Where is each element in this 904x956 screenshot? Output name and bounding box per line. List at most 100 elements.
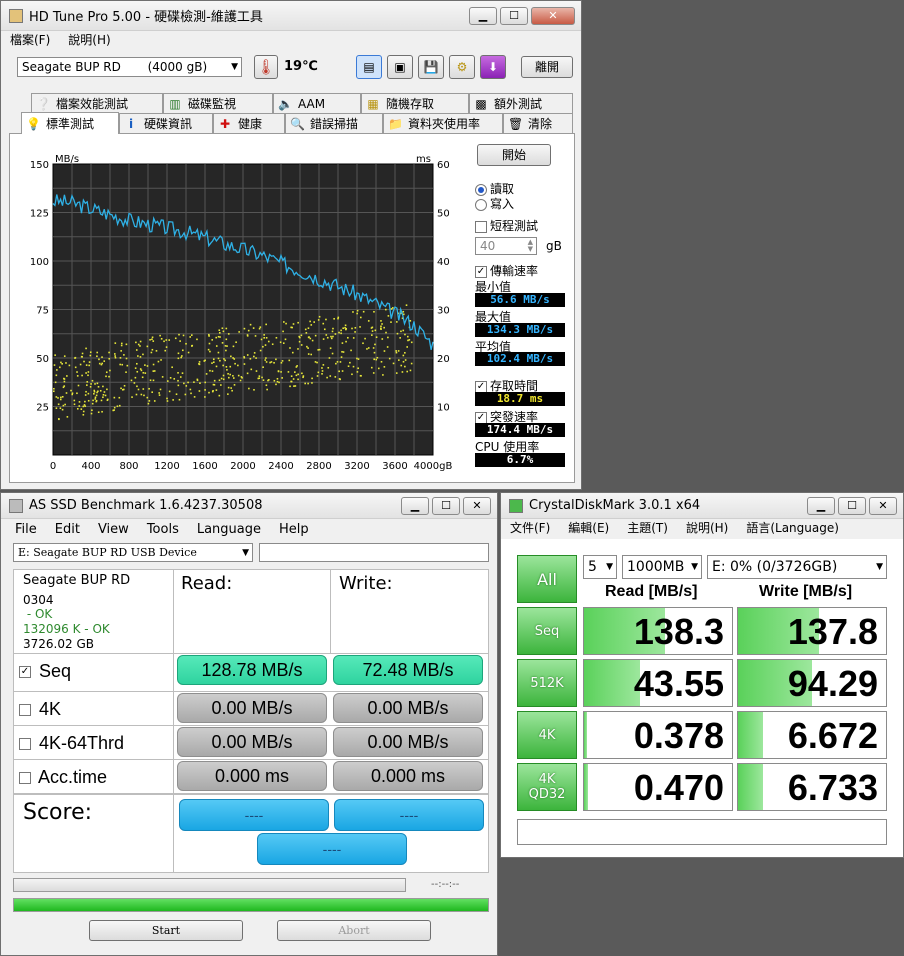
access-time-point: [230, 387, 232, 389]
access-time-point: [253, 355, 255, 358]
access-time-point: [255, 370, 258, 372]
menu-language[interactable]: 語言(Language): [737, 519, 848, 536]
size-select[interactable]: 1000MB ▼: [622, 555, 702, 579]
tab-info[interactable]: i 硬碟資訊: [119, 113, 213, 133]
write-radio-dot: [475, 198, 487, 211]
access-time-point: [85, 372, 87, 374]
access-time-point: [136, 385, 138, 388]
close-button[interactable]: ✕: [463, 497, 491, 515]
asssd-titlebar[interactable]: AS SSD Benchmark 1.6.4237.30508 ▁ ☐ ✕: [1, 493, 497, 519]
tab-health[interactable]: ✚ 健康: [213, 113, 285, 133]
close-button[interactable]: ✕: [531, 7, 575, 25]
access-time-point: [187, 381, 189, 384]
access-time-point: [182, 334, 185, 337]
maximize-button[interactable]: ☐: [500, 7, 528, 25]
access-time-point: [265, 361, 268, 363]
short-test-size-input[interactable]: 40 ▲ ▼: [475, 237, 537, 255]
runs-select[interactable]: 5 ▼: [583, 555, 617, 579]
test-button[interactable]: 4K: [517, 711, 577, 759]
transfer-rate-checkbox[interactable]: ✓ 傳輸速率: [475, 262, 538, 279]
access-time-point: [102, 396, 104, 399]
write-radio-label: 寫入: [490, 197, 515, 211]
access-time-point: [265, 357, 267, 359]
exit-button[interactable]: 離開: [521, 56, 573, 78]
drive-select[interactable]: Seagate BUP RD (4000 gB) ▼: [17, 57, 242, 77]
copy-text-button[interactable]: ▤: [356, 55, 382, 79]
access-time-point: [55, 407, 58, 409]
tab-extra-tests[interactable]: ▩ 額外測試: [469, 93, 573, 113]
cdm-titlebar[interactable]: CrystalDiskMark 3.0.1 x64 ▁ ☐ ✕: [501, 493, 903, 519]
tab-benchmark[interactable]: 💡 標準測試: [21, 112, 119, 134]
download-icon[interactable]: ⬇: [480, 55, 506, 79]
access-time-point: [295, 374, 298, 377]
drive-select[interactable]: E: Seagate BUP RD USB Device ▼: [13, 543, 253, 562]
minimize-button[interactable]: ▁: [401, 497, 429, 515]
menu-language[interactable]: Language: [188, 522, 270, 537]
access-time-point: [395, 372, 398, 374]
tab-disk-monitor[interactable]: ▥ 磁碟監視: [163, 93, 273, 113]
access-time-point: [68, 364, 71, 367]
all-button[interactable]: All: [517, 555, 577, 603]
test-button[interactable]: 4K QD32: [517, 763, 577, 811]
tab-file-benchmark[interactable]: ❔ 檔案效能測試: [31, 93, 163, 113]
test-checkbox[interactable]: Acc.time: [19, 767, 107, 788]
minimize-button[interactable]: ▁: [807, 497, 835, 515]
short-test-checkbox[interactable]: 短程測試: [475, 217, 538, 234]
abort-button[interactable]: Abort: [277, 920, 431, 941]
test-checkbox[interactable]: 4K-64Thrd: [19, 733, 124, 754]
save-icon[interactable]: 💾: [418, 55, 444, 79]
access-time-point: [264, 359, 267, 361]
test-checkbox[interactable]: ✓ Seq: [19, 661, 71, 682]
start-button[interactable]: 開始: [477, 144, 551, 166]
menu-help[interactable]: Help: [270, 522, 318, 537]
access-time-point: [344, 324, 347, 327]
menu-help[interactable]: 說明(H): [677, 519, 737, 536]
access-time-point: [151, 336, 154, 339]
tab-erase[interactable]: 🗑 清除: [503, 113, 573, 133]
write-radio[interactable]: 寫入: [475, 195, 514, 212]
spinner-icon[interactable]: ▲ ▼: [528, 239, 533, 253]
tab-error-scan[interactable]: 🔍 錯誤掃描: [285, 113, 383, 133]
menu-file[interactable]: File: [1, 522, 46, 537]
copy-screen-button[interactable]: ▣: [387, 55, 413, 79]
access-time-point: [86, 384, 88, 386]
access-time-point: [326, 376, 328, 379]
test-button[interactable]: 512K: [517, 659, 577, 707]
menu-file[interactable]: 檔案(F): [1, 31, 59, 48]
access-time-point: [258, 375, 261, 377]
maximize-button[interactable]: ☐: [838, 497, 866, 515]
menu-tools[interactable]: Tools: [138, 522, 188, 537]
options-icon[interactable]: ⚙: [449, 55, 475, 79]
menu-edit[interactable]: 編輯(E): [559, 519, 618, 536]
access-time-point: [79, 363, 82, 366]
access-time-point: [114, 356, 117, 359]
access-time-point: [152, 379, 155, 382]
menu-help[interactable]: 說明(H): [59, 31, 119, 48]
maximize-button[interactable]: ☐: [432, 497, 460, 515]
access-time-point: [380, 360, 383, 363]
menu-view[interactable]: View: [89, 522, 138, 537]
test-checkbox[interactable]: 4K: [19, 699, 61, 720]
read-bar: [584, 712, 587, 758]
menu-file[interactable]: 文件(F): [501, 519, 559, 536]
drive-select[interactable]: E: 0% (0/3726GB) ▼: [707, 555, 887, 579]
hdtune-titlebar[interactable]: HD Tune Pro 5.00 - 硬碟檢測-維護工具 ▁ ☐ ✕: [1, 1, 581, 31]
tab-folder-usage[interactable]: 📁 資料夾使用率: [383, 113, 503, 133]
y-left-unit: MB/s: [55, 154, 79, 165]
access-time-point: [317, 349, 320, 351]
test-button[interactable]: Seq: [517, 607, 577, 655]
start-button[interactable]: Start: [89, 920, 243, 941]
temperature-button[interactable]: 🌡: [254, 55, 278, 79]
access-time-point: [80, 408, 83, 410]
menu-edit[interactable]: Edit: [46, 522, 89, 537]
menu-theme[interactable]: 主題(T): [618, 519, 677, 536]
comment-field[interactable]: [517, 819, 887, 845]
access-time-point: [252, 327, 255, 329]
tab-random-access[interactable]: ▦ 隨機存取: [361, 93, 469, 113]
close-button[interactable]: ✕: [869, 497, 897, 515]
tab-aam[interactable]: 🔈 AAM: [273, 93, 361, 113]
secondary-field[interactable]: [259, 543, 489, 562]
access-time-point: [298, 340, 301, 343]
minimize-button[interactable]: ▁: [469, 7, 497, 25]
access-time-point: [367, 347, 370, 349]
